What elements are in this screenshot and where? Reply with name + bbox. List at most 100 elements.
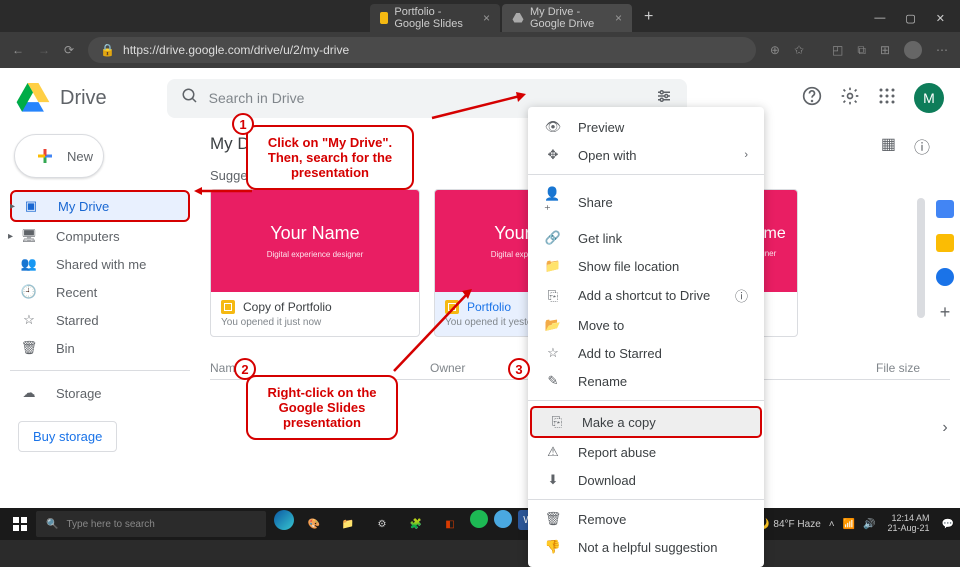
taskbar-search[interactable]: 🔍 Type here to search — [36, 511, 266, 537]
sidebar-item-bin[interactable]: 🗑 Bin — [10, 334, 190, 362]
ctx-add-starred[interactable]: ☆Add to Starred — [528, 339, 764, 367]
ctx-share[interactable]: 👤⁺Share — [528, 180, 764, 224]
sidebar-item-computers[interactable]: ▸ 🖥 Computers — [10, 222, 190, 250]
extension-icon[interactable]: ⧉ — [857, 43, 866, 58]
new-button[interactable]: New — [14, 134, 104, 178]
collections-icon[interactable]: ⊞ — [880, 43, 890, 57]
grid-view-icon[interactable]: ▦ — [881, 134, 896, 158]
tasks-icon[interactable] — [936, 268, 954, 286]
buy-storage-button[interactable]: Buy storage — [18, 421, 117, 452]
shortcut-icon: ⎘ — [544, 288, 562, 304]
menu-icon[interactable]: ⋯ — [936, 43, 948, 57]
sidebar-item-starred[interactable]: ☆ Starred — [10, 306, 190, 334]
scrollbar[interactable] — [917, 198, 925, 318]
new-button-label: New — [67, 149, 93, 164]
ctx-show-location[interactable]: 📁Show file location — [528, 252, 764, 280]
card-meta: You opened it just now — [221, 317, 409, 328]
back-button[interactable]: ← — [12, 43, 24, 57]
notifications-icon[interactable]: 💬 — [942, 519, 954, 530]
extension-icon[interactable]: ◰ — [832, 43, 843, 57]
app-name: Drive — [60, 87, 107, 110]
slides-tab-icon — [380, 12, 388, 24]
taskbar-app-settings[interactable]: ⚙ — [368, 510, 396, 538]
chevron-right-icon[interactable]: ▸ — [8, 231, 13, 242]
help-icon[interactable]: ⓘ — [735, 286, 748, 305]
close-window-button[interactable]: ✕ — [936, 12, 945, 25]
browser-tab-drive[interactable]: My Drive - Google Drive × — [502, 4, 632, 32]
new-tab-button[interactable]: + — [634, 4, 663, 32]
column-header-size[interactable]: File size — [876, 361, 920, 375]
open-with-icon: ✥ — [544, 147, 562, 163]
add-addon-icon[interactable]: + — [940, 302, 951, 323]
start-button[interactable] — [6, 510, 34, 538]
plus-icon — [33, 144, 57, 168]
taskbar-app-office[interactable]: ◧ — [436, 510, 464, 538]
favorites-icon[interactable]: ✩ — [794, 43, 804, 57]
taskbar-app[interactable]: 🎨 — [300, 510, 328, 538]
ctx-remove[interactable]: 🗑Remove — [528, 505, 764, 533]
taskbar-clock[interactable]: 12:14 AM 21-Aug-21 — [884, 514, 934, 534]
ctx-report-abuse[interactable]: ⚠Report abuse — [528, 438, 764, 466]
taskbar-app[interactable] — [494, 510, 512, 528]
annotation-callout-1: Click on "My Drive". Then, search for th… — [246, 125, 414, 190]
profile-icon[interactable] — [904, 41, 922, 59]
ctx-download[interactable]: ⬇Download — [528, 466, 764, 494]
suggested-card[interactable]: Your Name Digital experience designer Co… — [210, 189, 420, 337]
taskbar-app-spotify[interactable] — [470, 510, 488, 528]
help-icon[interactable] — [802, 86, 822, 111]
account-avatar[interactable]: M — [914, 83, 944, 113]
taskbar-app[interactable]: 🧩 — [402, 510, 430, 538]
close-icon[interactable]: × — [615, 11, 622, 25]
sidebar-item-label: Bin — [56, 341, 75, 356]
taskbar-app-edge[interactable] — [274, 510, 294, 530]
sidebar-item-my-drive[interactable]: ▸ ▣ My Drive — [10, 190, 190, 222]
apps-grid-icon[interactable] — [878, 87, 896, 110]
taskbar-app-explorer[interactable]: 📁 — [334, 510, 362, 538]
tray-chevron-icon[interactable]: ˄ — [829, 519, 835, 530]
search-icon — [181, 87, 199, 110]
copy-icon: ⎘ — [548, 414, 566, 430]
sidebar-item-recent[interactable]: 🕘 Recent — [10, 278, 190, 306]
ctx-add-shortcut[interactable]: ⎘Add a shortcut to Driveⓘ — [528, 280, 764, 311]
ctx-preview[interactable]: 👁Preview — [528, 113, 764, 141]
settings-gear-icon[interactable] — [840, 86, 860, 111]
ctx-rename[interactable]: ✎Rename — [528, 367, 764, 395]
minimize-button[interactable]: — — [874, 12, 885, 24]
folder-icon: 📁 — [544, 258, 562, 274]
annotation-arrow — [194, 186, 254, 196]
link-icon: 🔗 — [544, 230, 562, 246]
ctx-make-copy[interactable]: ⎘Make a copy — [530, 406, 762, 438]
annotation-arrow — [390, 285, 480, 375]
hide-panel-icon[interactable]: › — [942, 419, 947, 437]
cloud-icon: ☁ — [20, 385, 38, 401]
forward-button[interactable]: → — [38, 43, 50, 57]
ctx-not-helpful[interactable]: 👎Not a helpful suggestion — [528, 533, 764, 561]
computer-icon: 🖥 — [20, 228, 38, 244]
maximize-button[interactable]: ▢ — [905, 12, 915, 25]
thumbs-down-icon: 👎 — [544, 539, 562, 555]
tray-volume-icon[interactable]: 🔊 — [863, 519, 875, 530]
zoom-icon[interactable]: ⊕ — [770, 43, 780, 57]
trash-icon: 🗑 — [544, 511, 562, 527]
browser-tab-slides[interactable]: Portfolio - Google Slides × — [370, 4, 500, 32]
address-bar[interactable]: 🔒 https://drive.google.com/drive/u/2/my-… — [88, 37, 756, 63]
close-icon[interactable]: × — [483, 11, 490, 25]
shared-icon: 👥 — [20, 256, 38, 272]
tab-title: My Drive - Google Drive — [530, 6, 609, 30]
tray-wifi-icon[interactable]: 📶 — [843, 519, 855, 530]
info-icon[interactable]: ⓘ — [914, 134, 930, 158]
calendar-icon[interactable] — [936, 200, 954, 218]
sidebar-item-storage[interactable]: ☁ Storage — [10, 379, 190, 407]
taskbar-weather[interactable]: 🌙 84°F Haze — [757, 519, 821, 530]
search-placeholder: Search in Drive — [209, 90, 305, 106]
ctx-open-with[interactable]: ✥Open with› — [528, 141, 764, 169]
drive-icon: ▣ — [22, 198, 40, 214]
sidebar-item-label: My Drive — [58, 199, 109, 214]
ctx-get-link[interactable]: 🔗Get link — [528, 224, 764, 252]
refresh-button[interactable]: ⟳ — [64, 43, 74, 57]
sidebar-item-label: Starred — [56, 313, 99, 328]
keep-icon[interactable] — [936, 234, 954, 252]
chevron-right-icon[interactable]: ▸ — [10, 201, 15, 212]
sidebar-item-shared[interactable]: 👥 Shared with me — [10, 250, 190, 278]
ctx-move-to[interactable]: 📂Move to — [528, 311, 764, 339]
